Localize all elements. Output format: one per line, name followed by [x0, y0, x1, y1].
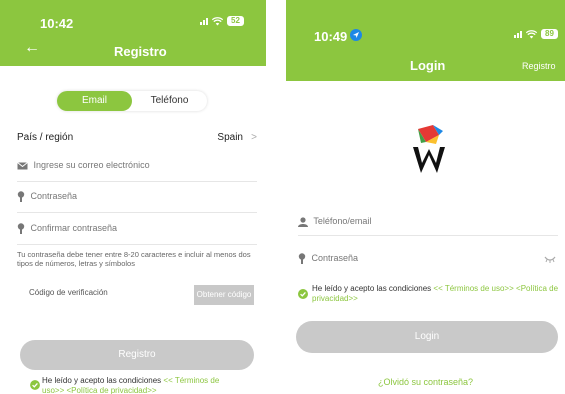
- key-icon: [17, 223, 25, 235]
- key-icon: [298, 253, 306, 265]
- register-header: 10:42 52 ← Registro: [0, 0, 266, 66]
- password-field[interactable]: Contraseña: [298, 253, 558, 273]
- email-placeholder: Ingrese su correo electrónico: [33, 160, 150, 170]
- region-value: Spain: [217, 132, 243, 143]
- register-link[interactable]: Registro: [522, 61, 556, 71]
- password-placeholder: Contraseña: [311, 253, 359, 263]
- status-time: 10:49: [314, 29, 348, 44]
- login-header: 10:49 89 Login Registro: [286, 0, 565, 81]
- password-hint: Tu contraseña debe tener entre 8-20 cara…: [17, 250, 251, 268]
- wifi-icon: [212, 16, 223, 25]
- battery-icon: 52: [227, 16, 244, 26]
- password-field[interactable]: Contraseña: [17, 191, 257, 213]
- location-icon: [350, 29, 362, 41]
- terms-label: He leído y acepto las condiciones: [312, 284, 432, 293]
- checkbox-checked-icon[interactable]: [30, 380, 40, 390]
- get-code-button[interactable]: Obtener código: [194, 285, 254, 305]
- status-icons: 89: [514, 29, 558, 39]
- forgot-password-link[interactable]: ¿Olvidó su contraseña?: [286, 377, 565, 387]
- checkbox-checked-icon[interactable]: [298, 289, 308, 299]
- status-icons: 52: [200, 16, 244, 26]
- login-screen: 10:49 89 Login Registro Teléfono/email C…: [286, 0, 565, 394]
- register-screen: 10:42 52 ← Registro Email Teléfono País …: [0, 0, 266, 394]
- eye-closed-icon[interactable]: [544, 256, 556, 263]
- register-method-tabs: Email Teléfono: [57, 91, 207, 111]
- tab-email[interactable]: Email: [57, 91, 132, 111]
- region-row[interactable]: País / región Spain >: [17, 132, 257, 150]
- status-time: 10:42: [40, 16, 74, 31]
- chevron-right-icon: >: [251, 132, 257, 143]
- page-title: Registro: [114, 44, 167, 59]
- signal-icon: [514, 30, 522, 38]
- confirm-password-placeholder: Confirmar contraseña: [30, 223, 118, 233]
- register-button[interactable]: Registro: [20, 340, 254, 370]
- terms-of-use-link[interactable]: << Términos de uso>>: [433, 284, 513, 293]
- password-placeholder: Contraseña: [30, 191, 78, 201]
- user-field[interactable]: Teléfono/email: [298, 216, 558, 236]
- terms-text: He leído y acepto las condiciones << Tér…: [42, 376, 242, 394]
- mail-icon: [17, 161, 28, 170]
- user-placeholder: Teléfono/email: [313, 216, 372, 226]
- logo-icon: [413, 125, 445, 173]
- terms-text: He leído y acepto las condiciones << Tér…: [312, 284, 562, 304]
- signal-icon: [200, 17, 208, 25]
- privacy-policy-link[interactable]: <Política de privacidad>>: [66, 386, 156, 394]
- region-label: País / región: [17, 132, 74, 143]
- app-logo: [409, 125, 449, 177]
- confirm-password-field[interactable]: Confirmar contraseña: [17, 223, 257, 245]
- back-arrow-icon[interactable]: ←: [24, 39, 40, 57]
- tab-telefono[interactable]: Teléfono: [132, 91, 207, 111]
- login-button[interactable]: Login: [296, 321, 558, 353]
- user-icon: [298, 217, 308, 227]
- wifi-icon: [526, 29, 537, 38]
- terms-label: He leído y acepto las condiciones: [42, 376, 162, 385]
- email-field[interactable]: Ingrese su correo electrónico: [17, 160, 257, 182]
- battery-icon: 89: [541, 29, 558, 39]
- page-title: Login: [410, 58, 446, 73]
- key-icon: [17, 191, 25, 203]
- verification-code-input[interactable]: Código de verificación: [17, 283, 182, 305]
